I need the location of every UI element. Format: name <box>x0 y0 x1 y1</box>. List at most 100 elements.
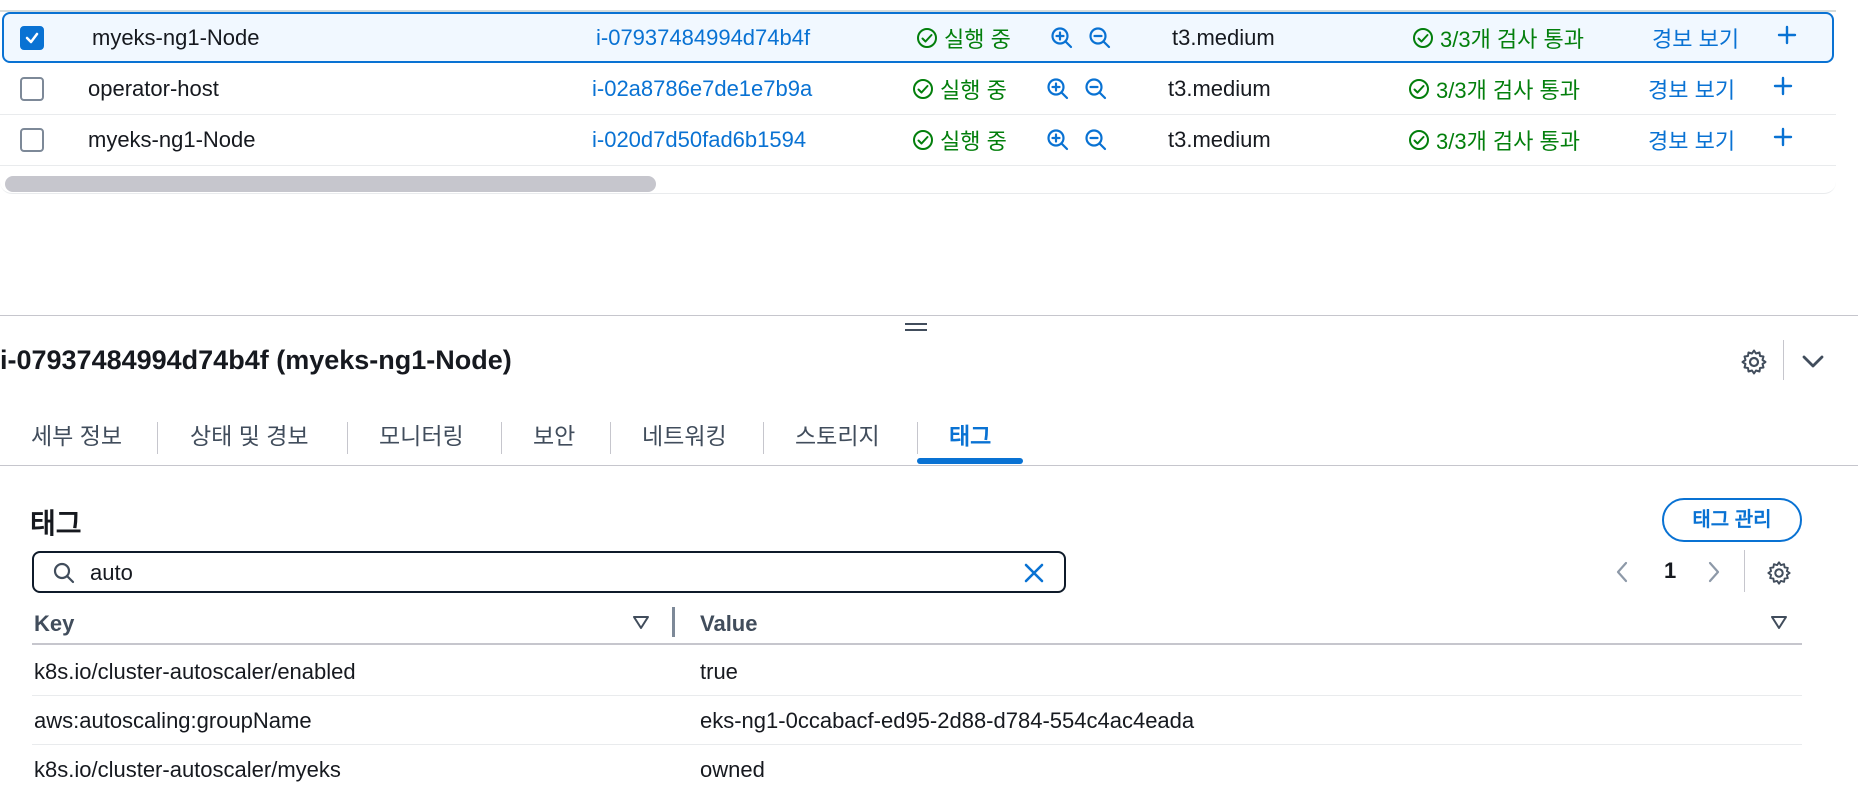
add-alarm-button[interactable] <box>1772 126 1794 154</box>
success-circle-icon <box>1413 27 1433 48</box>
tab-monitoring[interactable]: 모니터링 <box>379 414 464 458</box>
row-checkbox[interactable] <box>20 77 44 101</box>
instance-state-label: 실행 중 <box>944 26 1011 52</box>
status-check: 3/3개 검사 통과 <box>1408 73 1580 105</box>
zoom-out-icon[interactable] <box>1084 128 1108 152</box>
row-checkbox[interactable] <box>20 25 44 50</box>
scrollbar-thumb[interactable] <box>5 176 656 192</box>
tag-value: eks-ng1-0ccabacf-ed95-2d88-d784-554c4ac4… <box>700 708 1195 733</box>
instance-type: t3.medium <box>1172 24 1275 50</box>
chevron-right-icon[interactable] <box>1704 560 1722 589</box>
tag-key: k8s.io/cluster-autoscaler/myeks <box>34 757 341 782</box>
plus-icon <box>1777 25 1797 44</box>
zoom-controls <box>1046 128 1108 152</box>
view-alarms-link[interactable]: 경보 보기 <box>1648 124 1735 156</box>
tab-security[interactable]: 보안 <box>533 414 575 458</box>
instance-row[interactable]: operator-host i-02a8786e7de1e7b9a 실행 중 t… <box>0 64 1836 115</box>
tags-table-header: Key Value <box>32 603 1802 645</box>
zoom-out-icon[interactable] <box>1088 26 1112 50</box>
instance-row[interactable]: myeks-ng1-Node i-020d7d50fad6b1594 실행 중 … <box>0 115 1836 166</box>
gear-icon[interactable] <box>1740 348 1768 381</box>
tags-section-title: 태그 <box>30 508 82 539</box>
view-alarms-link[interactable]: 경보 보기 <box>1652 22 1739 54</box>
tab-separator <box>347 422 348 454</box>
zoom-in-icon[interactable] <box>1046 128 1070 152</box>
tab-separator <box>917 422 918 454</box>
success-circle-icon <box>917 27 937 48</box>
zoom-in-icon[interactable] <box>1046 77 1070 101</box>
sort-icon[interactable] <box>1770 613 1788 636</box>
active-tab-indicator <box>917 458 1023 464</box>
view-alarms-link[interactable]: 경보 보기 <box>1648 73 1735 105</box>
instance-type: t3.medium <box>1168 76 1271 101</box>
instance-row[interactable]: myeks-ng1-Node i-07937484994d74b4f 실행 중 … <box>2 12 1834 63</box>
tab-storage[interactable]: 스토리지 <box>795 414 880 458</box>
instance-name: myeks-ng1-Node <box>88 127 256 152</box>
instance-state: 실행 중 <box>916 22 1011 54</box>
row-checkbox[interactable] <box>20 128 44 152</box>
tab-separator <box>610 422 611 454</box>
tag-value: owned <box>700 757 765 782</box>
table-row: aws:autoscaling:groupName eks-ng1-0ccaba… <box>32 696 1802 745</box>
page-number[interactable]: 1 <box>1664 558 1676 584</box>
resize-handle-icon[interactable] <box>905 323 927 335</box>
column-resizer[interactable] <box>672 607 675 637</box>
instance-id-link[interactable]: i-07937484994d74b4f <box>596 25 810 51</box>
tag-key: k8s.io/cluster-autoscaler/enabled <box>34 659 356 684</box>
zoom-out-icon[interactable] <box>1084 77 1108 101</box>
add-alarm-button[interactable] <box>1772 75 1794 103</box>
status-check-label: 3/3개 검사 통과 <box>1436 129 1581 154</box>
column-header-value[interactable]: Value <box>700 611 757 637</box>
instance-name: myeks-ng1-Node <box>92 24 260 50</box>
add-alarm-button[interactable] <box>1776 24 1798 52</box>
gear-icon[interactable] <box>1766 560 1792 591</box>
search-input[interactable] <box>90 559 990 587</box>
tabs-border <box>0 465 1858 466</box>
manage-tags-button[interactable]: 태그 관리 <box>1662 498 1802 542</box>
zoom-controls <box>1050 26 1112 50</box>
success-circle-icon <box>913 79 933 99</box>
plus-icon <box>1773 76 1793 96</box>
instance-type: t3.medium <box>1168 127 1271 152</box>
chevron-left-icon[interactable] <box>1614 560 1632 589</box>
tag-search-box <box>32 551 1066 593</box>
tab-separator <box>763 422 764 454</box>
close-icon[interactable] <box>1022 561 1046 590</box>
header-divider <box>1783 340 1784 380</box>
table-row: k8s.io/cluster-autoscaler/enabled true <box>32 647 1802 696</box>
status-check: 3/3개 검사 통과 <box>1412 22 1584 54</box>
instance-id-link[interactable]: i-02a8786e7de1e7b9a <box>592 76 812 102</box>
instance-id-link[interactable]: i-020d7d50fad6b1594 <box>592 127 806 153</box>
chevron-down-icon[interactable] <box>1800 350 1826 377</box>
detail-title: i-07937484994d74b4f (myeks-ng1-Node) <box>0 345 512 375</box>
check-icon <box>25 32 39 43</box>
sort-icon[interactable] <box>632 613 650 636</box>
tab-separator <box>157 422 158 454</box>
table-row: k8s.io/cluster-autoscaler/myeks owned <box>32 745 1802 794</box>
panel-divider <box>0 315 1858 316</box>
status-check-label: 3/3개 검사 통과 <box>1436 78 1581 103</box>
plus-icon <box>1773 127 1793 147</box>
tab-status-alarms[interactable]: 상태 및 경보 <box>190 414 309 458</box>
tab-details[interactable]: 세부 정보 <box>31 414 122 458</box>
zoom-controls <box>1046 77 1108 101</box>
tab-networking[interactable]: 네트워킹 <box>642 414 727 458</box>
instances-table: myeks-ng1-Node i-07937484994d74b4f 실행 중 … <box>0 0 1836 198</box>
instance-state: 실행 중 <box>912 124 1007 156</box>
instance-state-label: 실행 중 <box>940 78 1007 103</box>
instance-state: 실행 중 <box>912 73 1007 105</box>
column-header-key[interactable]: Key <box>34 611 74 637</box>
search-icon <box>52 561 76 590</box>
tag-key: aws:autoscaling:groupName <box>34 708 312 733</box>
success-circle-icon <box>1409 130 1429 150</box>
instance-name: operator-host <box>88 76 219 101</box>
status-check: 3/3개 검사 통과 <box>1408 124 1580 156</box>
tag-value: true <box>700 659 738 684</box>
tab-separator <box>501 422 502 454</box>
zoom-in-icon[interactable] <box>1050 26 1074 50</box>
instance-state-label: 실행 중 <box>940 129 1007 154</box>
success-circle-icon <box>1409 79 1429 99</box>
tab-tags[interactable]: 태그 <box>949 414 991 458</box>
status-check-label: 3/3개 검사 통과 <box>1440 26 1585 52</box>
pager-divider <box>1744 550 1745 592</box>
